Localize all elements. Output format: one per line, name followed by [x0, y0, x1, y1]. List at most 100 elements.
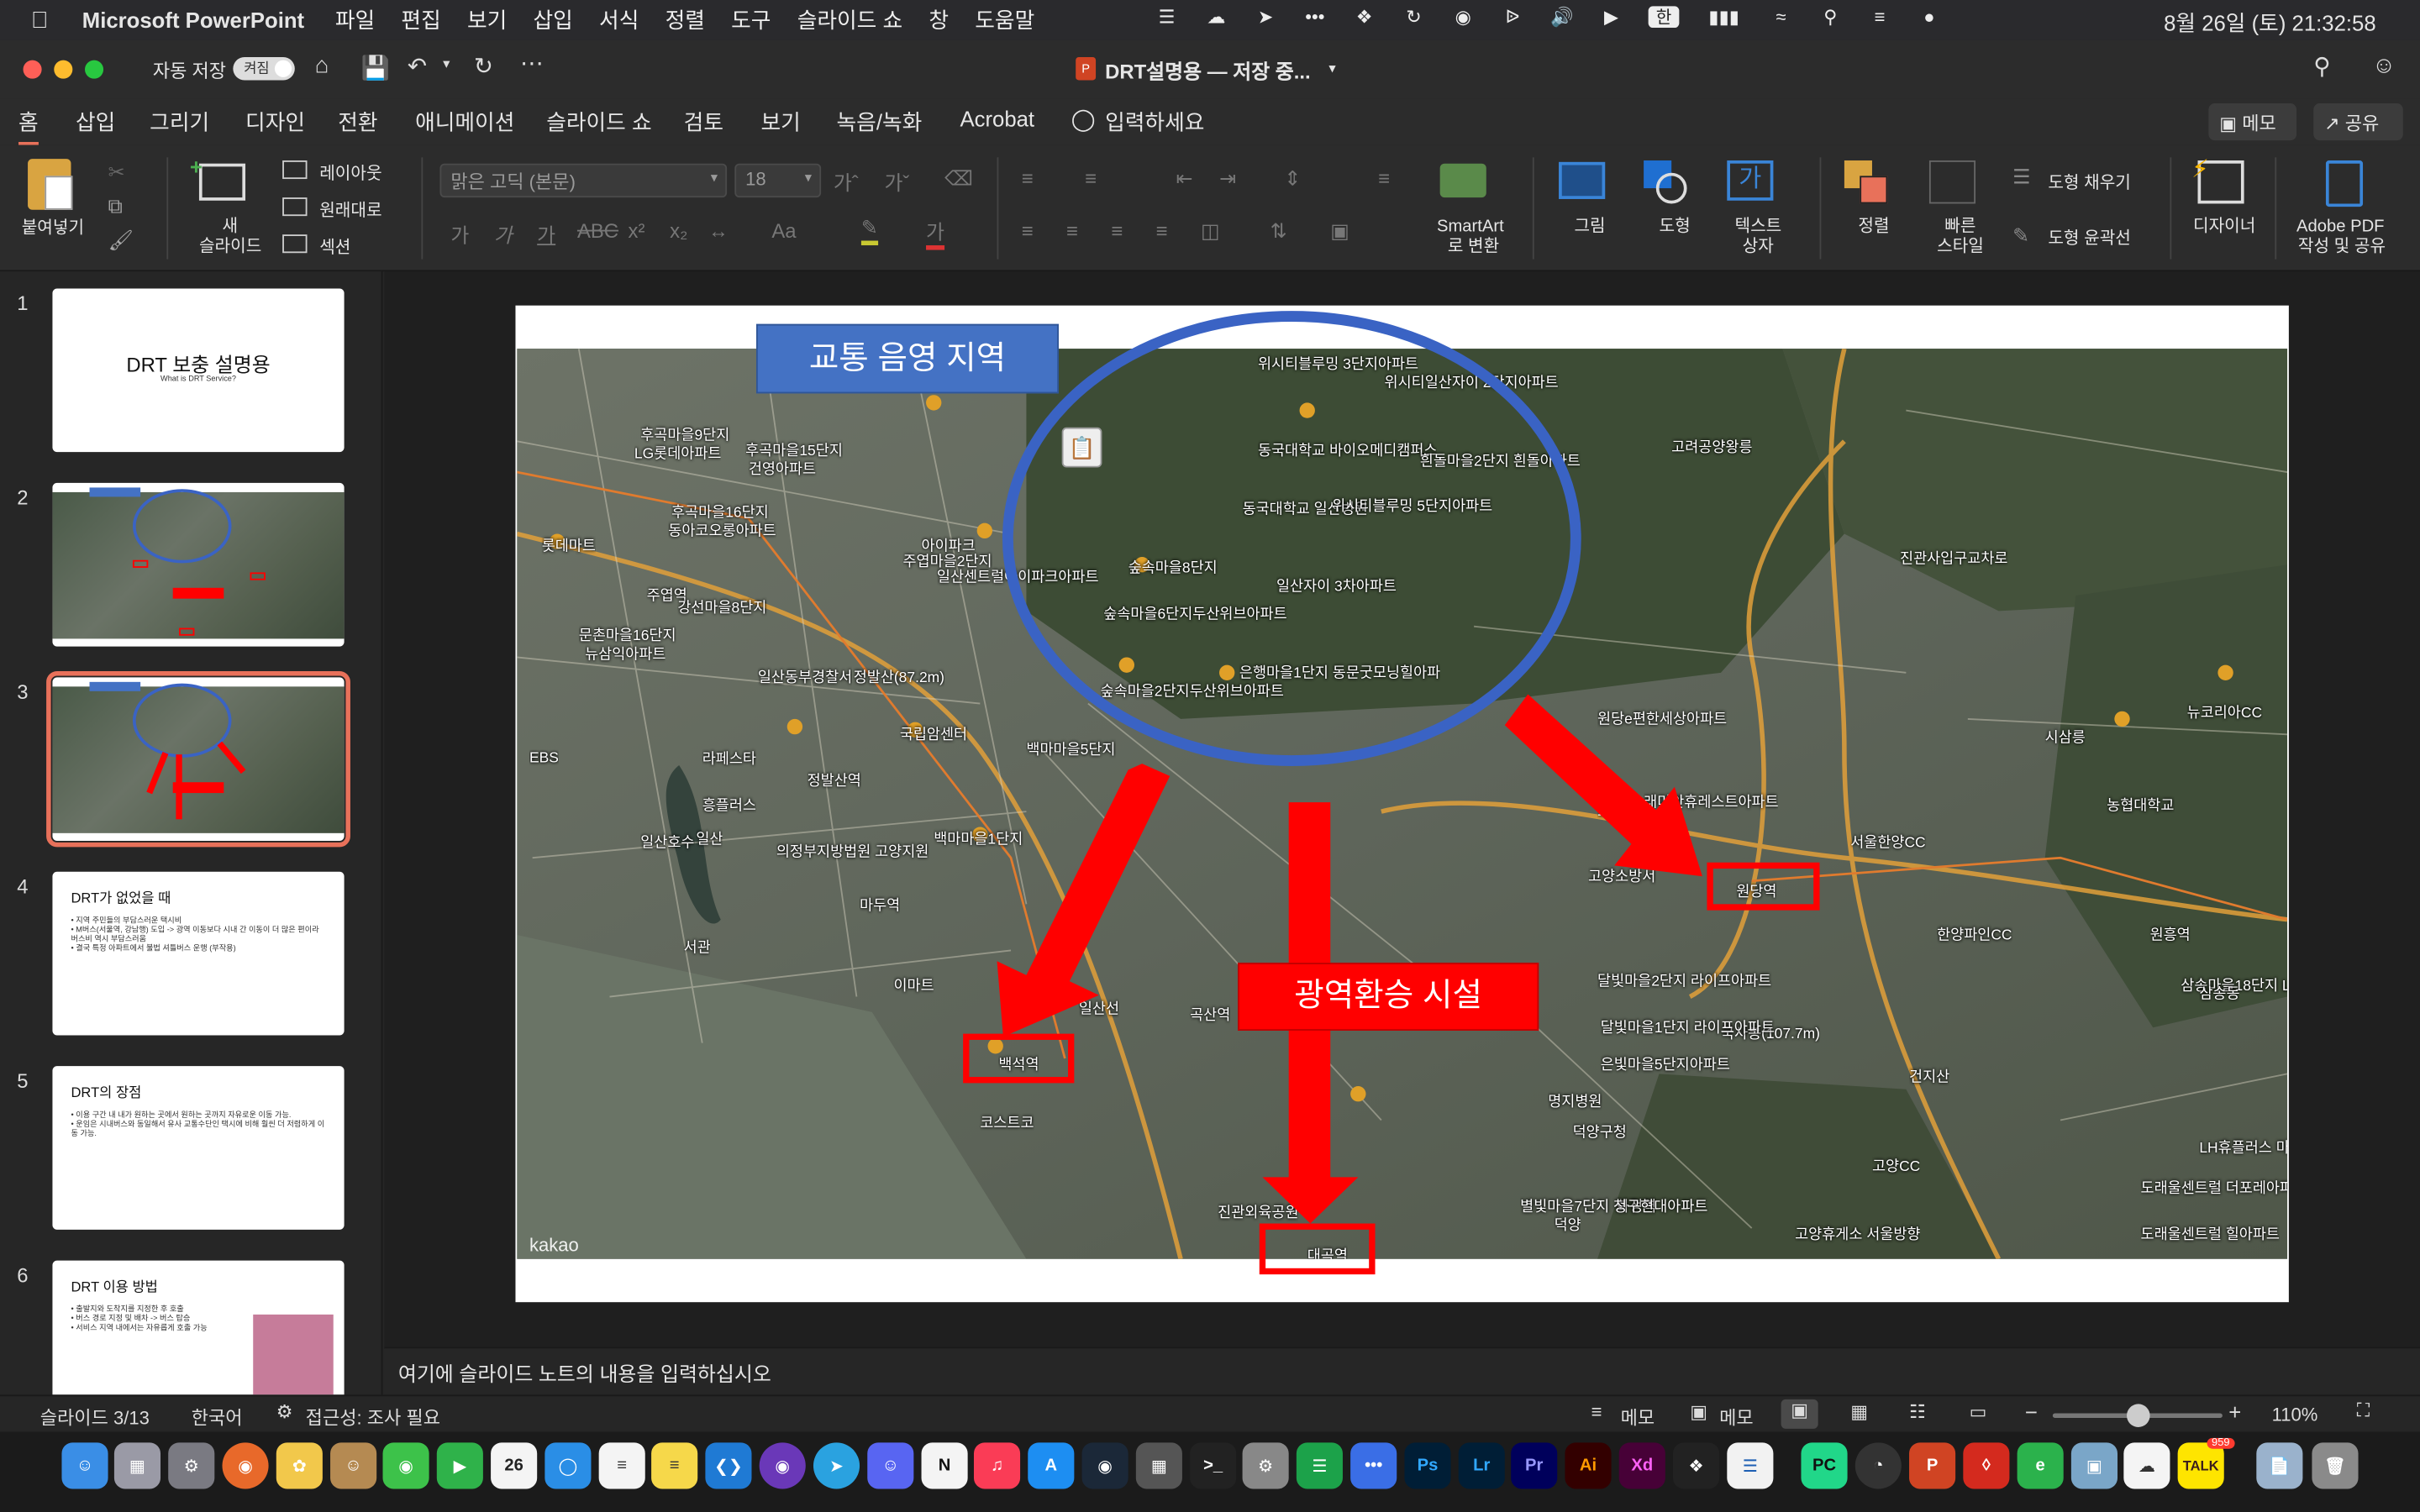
decrease-indent-icon[interactable]: ⇤	[1176, 166, 1193, 191]
bullets-icon[interactable]: ≡	[1022, 166, 1034, 190]
dots-icon[interactable]: •••	[1302, 6, 1327, 28]
grow-font-icon[interactable]: 가ˆ	[834, 166, 859, 196]
shape-fill-icon[interactable]: ☰	[2012, 165, 2030, 190]
tab-acrobat[interactable]: Acrobat	[960, 107, 1034, 131]
app-store-icon[interactable]: A	[1028, 1442, 1075, 1489]
share-button[interactable]: ↗ 공유	[2313, 103, 2403, 141]
highlight-icon[interactable]: ✎	[860, 216, 878, 246]
menu-format[interactable]: 서식	[599, 5, 639, 36]
paste-icon[interactable]	[28, 159, 73, 210]
undo-icon[interactable]: ↶	[408, 52, 427, 80]
teamviewer-icon[interactable]: ❖	[1352, 6, 1376, 28]
section-button[interactable]: 섹션	[319, 234, 350, 259]
shape-icon[interactable]	[1644, 160, 1690, 204]
acrobat-icon[interactable]: ◊	[1963, 1442, 2010, 1489]
tab-home[interactable]: 홈	[18, 107, 39, 145]
clipboard-paste-icon[interactable]: 📋	[1061, 427, 1102, 468]
trash-icon[interactable]: 🗑	[2312, 1442, 2359, 1489]
accessibility-status[interactable]: 접근성: 조사 필요	[306, 1404, 440, 1430]
battery-icon[interactable]: ▮▮▮	[1704, 6, 1744, 28]
slide-thumbnail-3[interactable]	[46, 670, 350, 848]
comments-button[interactable]: ▣ 메모	[2208, 103, 2297, 141]
facetime-icon[interactable]: ▶	[436, 1442, 483, 1489]
tab-review[interactable]: 검토	[684, 107, 723, 138]
language-indicator[interactable]: 한국어	[192, 1404, 243, 1430]
new-slide-icon[interactable]: +	[190, 155, 246, 201]
kakaotalk-icon[interactable]: TALK	[2177, 1442, 2224, 1489]
photoshop-icon[interactable]: Ps	[1404, 1442, 1451, 1489]
italic-icon[interactable]: 가	[494, 219, 513, 249]
char-spacing-icon[interactable]: ↔	[708, 219, 729, 243]
safari-icon[interactable]: ◯	[544, 1442, 592, 1489]
save-icon[interactable]: 💾	[361, 54, 390, 81]
align-center-icon[interactable]: ≡	[1066, 219, 1078, 243]
font-name-select[interactable]: 맑은 고딕 (본문) ▾	[439, 163, 728, 198]
menu-arrange[interactable]: 정렬	[666, 5, 705, 36]
minimize-window-button[interactable]	[54, 60, 73, 79]
sync-icon[interactable]: ↻	[1402, 6, 1426, 28]
normal-view-icon[interactable]: ▣	[1781, 1399, 1818, 1429]
notes-toggle-icon[interactable]: ≡	[1591, 1401, 1602, 1423]
autosave-toggle[interactable]: 켜짐	[233, 56, 295, 81]
align-right-icon[interactable]: ≡	[1111, 219, 1123, 243]
redo-icon[interactable]: ↻	[474, 52, 493, 80]
format-painter-icon[interactable]: 🖌	[108, 228, 134, 253]
input-source-icon[interactable]: 한	[1648, 6, 1680, 29]
superscript-icon[interactable]: x²	[629, 219, 645, 243]
vscode-icon[interactable]: ❮❯	[705, 1442, 752, 1489]
audio-icon[interactable]: ☰	[1296, 1442, 1343, 1489]
illustrator-icon[interactable]: Ai	[1565, 1442, 1612, 1489]
strikethrough-icon[interactable]: ABC	[577, 219, 618, 243]
font-color-icon[interactable]: 가	[926, 216, 945, 250]
zoom-slider-thumb[interactable]	[2127, 1404, 2150, 1427]
slide-thumbnail-1[interactable]: DRT 보충 설명용 What is DRT Service?	[52, 288, 345, 453]
wifi-icon[interactable]: ≈	[1769, 6, 1793, 28]
korail-icon[interactable]: ☰	[1727, 1442, 1774, 1489]
lightroom-icon[interactable]: Lr	[1458, 1442, 1505, 1489]
subscript-icon[interactable]: x₂	[670, 219, 687, 243]
steam-icon[interactable]: ◉	[1081, 1442, 1128, 1489]
arrange-icon[interactable]	[1844, 160, 1891, 204]
map-image[interactable]: 후곡마을9단지 LG롯데아파트 후곡마을15단지 건영아파트 후곡마을16단지 동아코오롱…	[517, 349, 2288, 1259]
messages-icon[interactable]: ◉	[382, 1442, 429, 1489]
slide-thumbnail-6[interactable]: DRT 이용 방법 • 출발지와 도착지를 지정한 후 호출 • 버스 경로 지…	[52, 1260, 345, 1395]
arrange-button[interactable]: 정렬	[1858, 218, 1889, 238]
justify-icon[interactable]: ≡	[1156, 219, 1168, 243]
more-apps-icon[interactable]: •••	[1350, 1442, 1397, 1489]
document-title[interactable]: DRT설명용 — 저장 중...	[1105, 55, 1311, 85]
quick-styles-icon[interactable]	[1928, 160, 1976, 204]
xd-icon[interactable]: Xd	[1618, 1442, 1665, 1489]
firefox-icon[interactable]: ◉	[222, 1442, 269, 1489]
align-left-icon[interactable]: ≡	[1022, 219, 1034, 243]
volume-icon[interactable]: 🔊	[1549, 6, 1574, 28]
slide-thumbnail-2[interactable]	[52, 482, 345, 647]
menu-edit[interactable]: 편집	[401, 5, 440, 36]
slide-sorter-icon[interactable]: ▦	[1850, 1401, 1868, 1423]
terminal-icon[interactable]: >_	[1190, 1442, 1237, 1489]
calendar-icon[interactable]: 26	[491, 1442, 538, 1489]
designer-icon[interactable]: ⚡	[2191, 157, 2244, 204]
smartart-icon[interactable]	[1439, 163, 1486, 198]
shape-outline-button[interactable]: 도형 윤곽선	[2048, 225, 2131, 249]
notes-app-icon[interactable]: ≡	[651, 1442, 698, 1489]
adobe-pdf-icon[interactable]	[2325, 160, 2364, 207]
evernote-icon[interactable]: e	[2017, 1442, 2064, 1489]
menubar-clock[interactable]: 8월 26일 (토) 21:32:58	[2164, 8, 2376, 39]
comments-toggle-button[interactable]: 메모	[1719, 1404, 1754, 1430]
chat-icon[interactable]: ◉	[1451, 6, 1476, 28]
app-menu[interactable]: Microsoft PowerPoint	[82, 8, 304, 32]
bold-icon[interactable]: 가	[450, 219, 469, 249]
send-icon[interactable]: ➤	[1253, 6, 1277, 28]
distribute-icon[interactable]: ≡	[1378, 166, 1390, 190]
notes-toggle-button[interactable]: 메모	[1621, 1404, 1655, 1430]
search-icon[interactable]: ⚲	[1818, 6, 1843, 28]
textbox-icon[interactable]: 가	[1727, 160, 1774, 201]
shape-outline-icon[interactable]: ✎	[2012, 223, 2029, 248]
accessibility-icon[interactable]: ⚙	[276, 1401, 293, 1423]
fit-slide-icon[interactable]: ⛶	[2357, 1399, 2370, 1423]
reading-view-icon[interactable]: ☷	[1909, 1401, 1926, 1423]
shrink-font-icon[interactable]: 가ˇ	[884, 166, 909, 196]
zoom-out-icon[interactable]: −	[2025, 1399, 2038, 1424]
speedometer-icon[interactable]: ◔	[1854, 1442, 1902, 1489]
control-center-icon[interactable]: ≡	[1867, 6, 1891, 28]
